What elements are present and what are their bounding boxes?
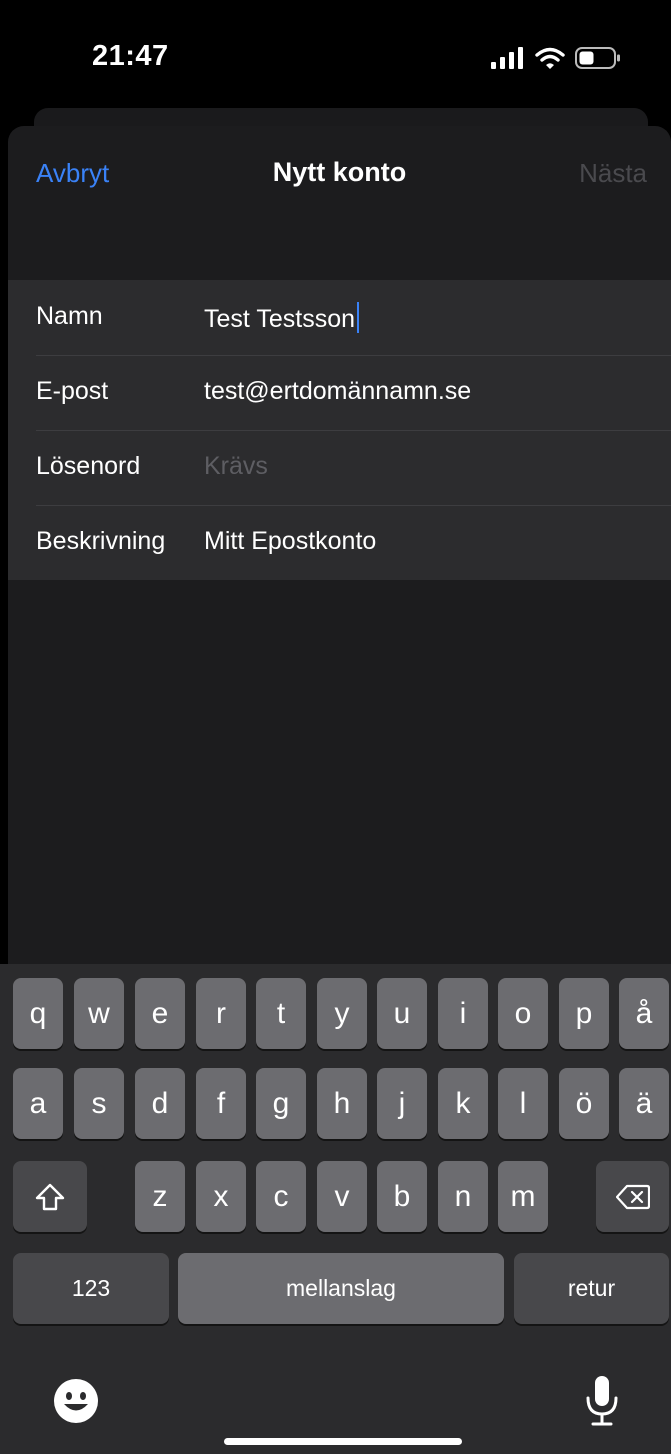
key-f[interactable]: f (196, 1068, 246, 1139)
key-d[interactable]: d (135, 1068, 185, 1139)
key-b[interactable]: b (377, 1161, 427, 1232)
status-time: 21:47 (92, 40, 169, 72)
description-field[interactable]: Mitt Epostkonto (204, 527, 376, 556)
key-p[interactable]: p (559, 978, 609, 1049)
next-button[interactable]: Nästa (579, 158, 647, 189)
status-icons (491, 44, 621, 72)
backspace-icon (615, 1184, 650, 1209)
password-label: Lösenord (36, 452, 141, 480)
key-q[interactable]: q (13, 978, 63, 1049)
key-n[interactable]: n (438, 1161, 488, 1232)
key-a-ring[interactable]: å (619, 978, 669, 1049)
navigation-bar: Avbryt Nytt konto Nästa (8, 126, 671, 226)
key-e[interactable]: e (135, 978, 185, 1049)
backspace-key[interactable] (596, 1161, 669, 1232)
wifi-icon (535, 47, 565, 69)
key-s[interactable]: s (74, 1068, 124, 1139)
shift-key[interactable] (13, 1161, 87, 1232)
name-field[interactable]: Test Testsson (204, 302, 360, 334)
name-value: Test Testsson (204, 305, 356, 333)
key-o[interactable]: o (498, 978, 548, 1049)
cellular-signal-icon (491, 47, 523, 69)
numbers-key[interactable]: 123 (13, 1253, 169, 1324)
key-r[interactable]: r (196, 978, 246, 1049)
description-label: Beskrivning (36, 527, 166, 555)
key-v[interactable]: v (317, 1161, 367, 1232)
shift-icon (35, 1183, 65, 1210)
password-row[interactable]: Lösenord Krävs (8, 430, 671, 505)
dictation-button[interactable] (584, 1374, 620, 1428)
key-w[interactable]: w (74, 978, 124, 1049)
key-x[interactable]: x (196, 1161, 246, 1232)
key-u[interactable]: u (377, 978, 427, 1049)
key-g[interactable]: g (256, 1068, 306, 1139)
name-label: Namn (36, 302, 103, 330)
account-form: Namn Test Testsson E-post test@ertdomänn… (8, 280, 671, 580)
key-t[interactable]: t (256, 978, 306, 1049)
email-label: E-post (36, 377, 109, 405)
emoji-button[interactable] (52, 1377, 100, 1425)
key-o-umlaut[interactable]: ö (559, 1068, 609, 1139)
key-h[interactable]: h (317, 1068, 367, 1139)
keyboard: q w e r t y u i o p å a s d f g h j k l … (0, 964, 671, 1454)
key-j[interactable]: j (377, 1068, 427, 1139)
email-field[interactable]: test@ertdomännamn.se (204, 377, 471, 406)
battery-icon (575, 47, 620, 69)
status-bar: 21:47 (0, 0, 671, 110)
name-row[interactable]: Namn Test Testsson (8, 280, 671, 355)
key-a[interactable]: a (13, 1068, 63, 1139)
description-row[interactable]: Beskrivning Mitt Epostkonto (8, 505, 671, 580)
key-l[interactable]: l (498, 1068, 548, 1139)
key-a-umlaut[interactable]: ä (619, 1068, 669, 1139)
home-indicator[interactable] (224, 1438, 462, 1445)
emoji-icon (54, 1379, 98, 1423)
key-m[interactable]: m (498, 1161, 548, 1232)
key-y[interactable]: y (317, 978, 367, 1049)
return-key[interactable]: retur (514, 1253, 669, 1324)
password-field[interactable]: Krävs (204, 452, 268, 481)
key-k[interactable]: k (438, 1068, 488, 1139)
text-cursor (357, 302, 360, 333)
key-c[interactable]: c (256, 1161, 306, 1232)
key-i[interactable]: i (438, 978, 488, 1049)
email-row[interactable]: E-post test@ertdomännamn.se (8, 355, 671, 430)
microphone-icon (586, 1376, 618, 1426)
page-title: Nytt konto (272, 157, 407, 187)
key-z[interactable]: z (135, 1161, 185, 1232)
space-key[interactable]: mellanslag (178, 1253, 504, 1324)
